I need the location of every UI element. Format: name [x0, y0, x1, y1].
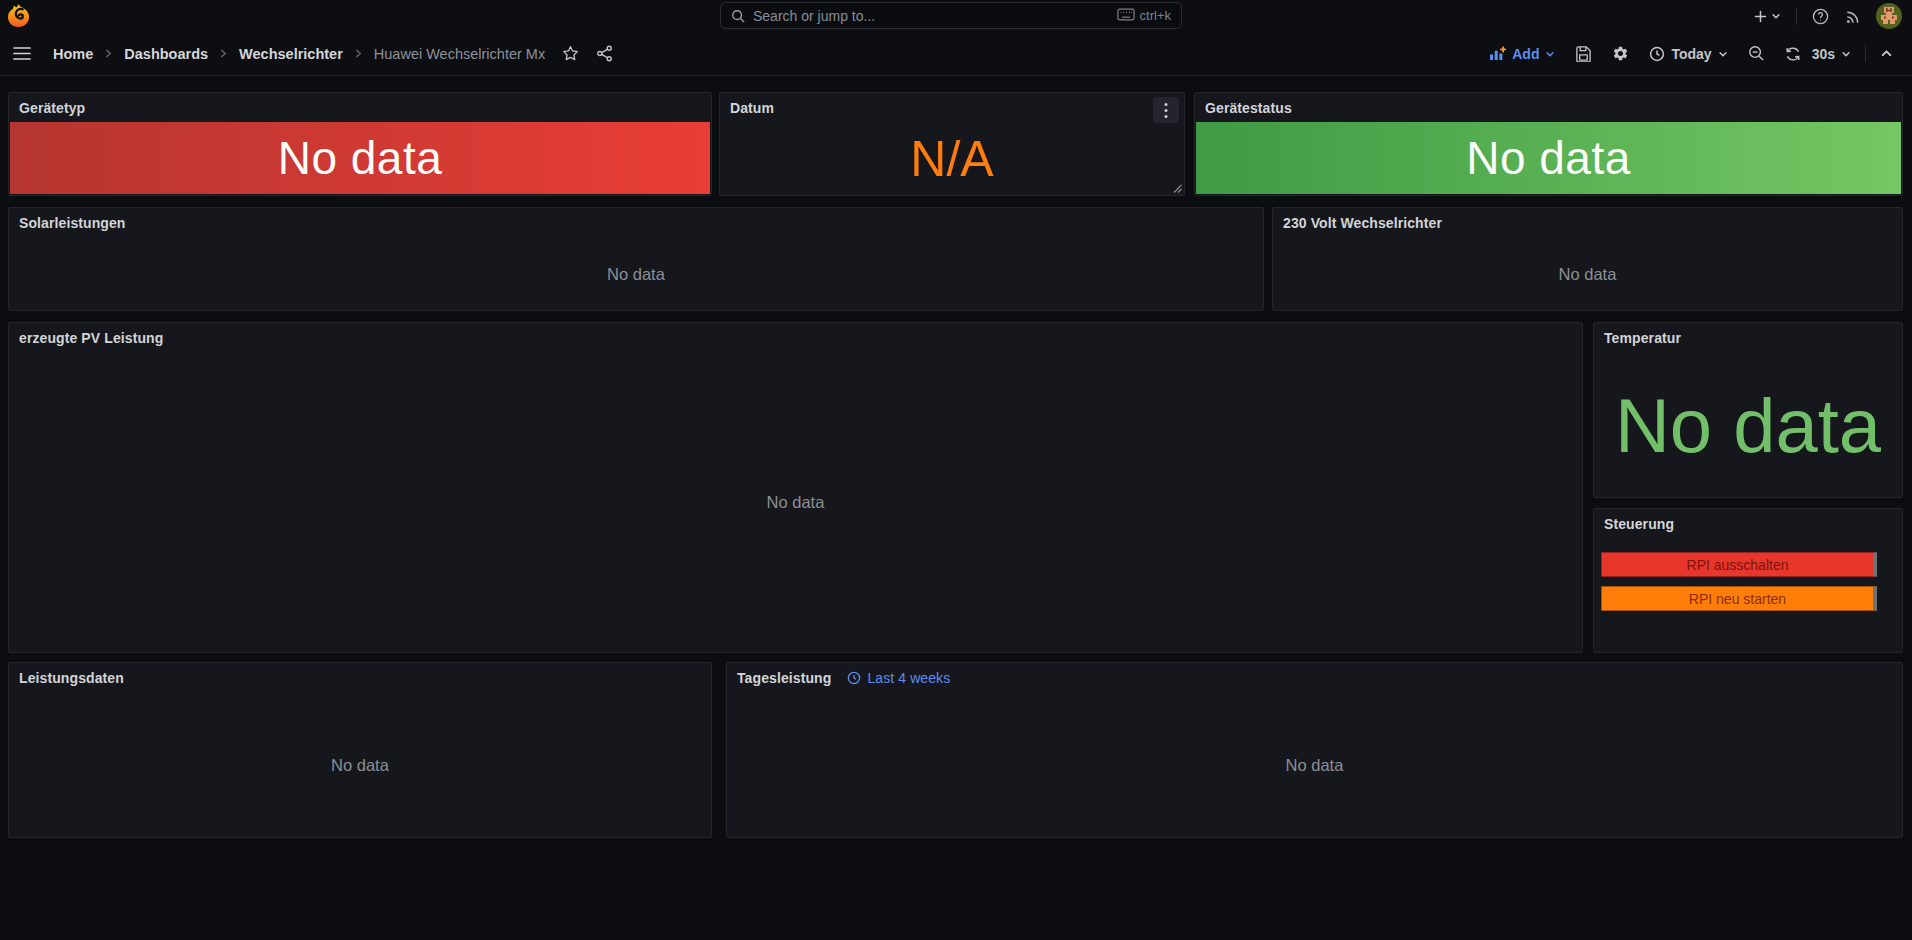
stat-value: N/A	[720, 123, 1184, 195]
panel-geraetestatus: Gerätestatus No data	[1194, 92, 1903, 196]
stat-value: No data	[10, 122, 710, 194]
panel-time-range[interactable]: Last 4 weeks	[847, 670, 950, 686]
clock-icon	[847, 671, 861, 685]
panel-title[interactable]: 230 Volt Wechselrichter	[1273, 208, 1902, 238]
no-data-message: No data	[9, 238, 1263, 310]
panel-title[interactable]: Datum	[720, 93, 1184, 123]
no-data-message: No data	[727, 693, 1902, 837]
panel-title[interactable]: Steuerung	[1594, 509, 1902, 539]
panel-title[interactable]: Gerätestatus	[1195, 93, 1902, 123]
panel-title[interactable]: Leistungsdaten	[9, 663, 711, 693]
panel-menu-icon[interactable]	[1153, 97, 1179, 123]
panel-erzeugte-pv: erzeugte PV Leistung No data	[8, 322, 1583, 653]
rpi-shutdown-button[interactable]: RPI ausschalten	[1601, 552, 1877, 577]
panel-datum: Datum N/A	[719, 92, 1185, 196]
panel-steuerung: Steuerung RPI ausschalten RPI neu starte…	[1593, 508, 1903, 653]
panel-title: Tagesleistung Last 4 weeks	[727, 663, 1902, 693]
rpi-restart-button[interactable]: RPI neu starten	[1601, 586, 1877, 611]
resize-handle[interactable]	[1173, 184, 1182, 193]
panel-solarleistungen: Solarleistungen No data	[8, 207, 1264, 311]
panel-temperatur: Temperatur No data	[1593, 322, 1903, 498]
panel-title-text[interactable]: Tagesleistung	[737, 670, 831, 686]
no-data-message: No data	[1273, 238, 1902, 310]
no-data-message: No data	[9, 353, 1582, 652]
panel-title[interactable]: erzeugte PV Leistung	[9, 323, 1582, 353]
panel-title[interactable]: Gerätetyp	[9, 93, 711, 123]
panel-title[interactable]: Temperatur	[1594, 323, 1902, 353]
stat-value: No data	[1196, 122, 1901, 194]
dashboard-canvas: Gerätetyp No data Datum N/A Gerätestatus…	[0, 0, 1912, 940]
panel-230volt: 230 Volt Wechselrichter No data	[1272, 207, 1903, 311]
panel-tagesleistung: Tagesleistung Last 4 weeks No data	[726, 662, 1903, 838]
no-data-message: No data	[9, 693, 711, 837]
panel-title[interactable]: Solarleistungen	[9, 208, 1263, 238]
panel-leistungsdaten: Leistungsdaten No data	[8, 662, 712, 838]
stat-value: No data	[1594, 353, 1902, 497]
panel-geraetetyp: Gerätetyp No data	[8, 92, 712, 196]
